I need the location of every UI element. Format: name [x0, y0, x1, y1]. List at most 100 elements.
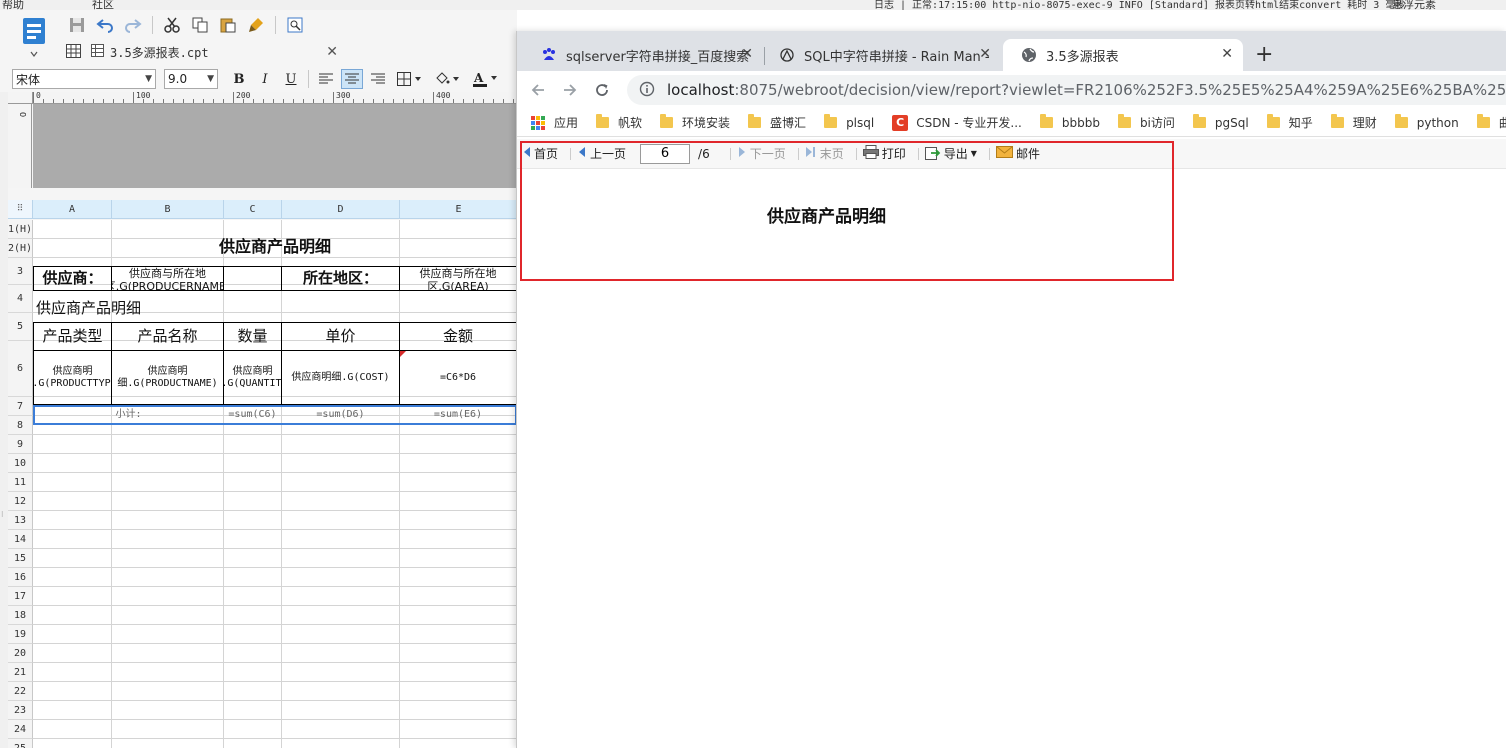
align-center-icon[interactable] — [341, 69, 363, 89]
browser-tab-report[interactable]: 3.5多源报表 ✕ — [1003, 39, 1243, 71]
new-tab-icon[interactable]: + — [1255, 44, 1273, 66]
page-number-input[interactable] — [640, 143, 691, 164]
cell-c7-sum-qty[interactable]: =sum(C6) — [223, 406, 282, 424]
export-button[interactable]: 导出 ▼ — [924, 145, 977, 163]
bookmark-item[interactable]: 环境安装 — [660, 114, 730, 131]
spreadsheet-grid[interactable]: 供应商产品明细 供应商： 供应商与所在地区.G(PRODUCERNAME) 所在… — [33, 220, 517, 748]
row-header[interactable]: 9 — [8, 435, 33, 454]
column-header-c[interactable]: C — [224, 200, 282, 219]
row-header[interactable]: 25 — [8, 739, 33, 748]
close-tab-icon[interactable]: ✕ — [326, 44, 338, 60]
cell-b3-supplier-value[interactable]: 供应商与所在地区.G(PRODUCERNAME) — [111, 266, 224, 291]
cell-e3-region-value[interactable]: 供应商与所在地区.G(AREA) — [399, 266, 517, 291]
bold-button[interactable]: B — [228, 69, 250, 89]
row-header[interactable]: 17 — [8, 587, 33, 606]
template-grid-icon[interactable] — [66, 43, 81, 61]
column-header-d[interactable]: D — [282, 200, 400, 219]
bookmark-item[interactable]: 理财 — [1330, 114, 1377, 131]
cut-icon[interactable] — [161, 14, 183, 36]
cell-a3-supplier-label[interactable]: 供应商： — [33, 266, 112, 291]
row-header[interactable]: 10 — [8, 454, 33, 473]
splitter-handle-icon[interactable]: ⁝ — [1, 510, 4, 519]
bookmark-item[interactable]: 应用 — [531, 114, 578, 131]
cell-e6-amount[interactable]: =C6*D6 — [399, 350, 517, 405]
undo-icon[interactable] — [94, 14, 116, 36]
font-size-select[interactable]: 9.0 ▼ — [164, 69, 218, 89]
row-header[interactable]: 22 — [8, 682, 33, 701]
template-file-tab[interactable]: 3.5多源报表.cpt ✕ — [66, 40, 338, 64]
row-header[interactable]: 13 — [8, 511, 33, 530]
back-icon[interactable] — [527, 79, 549, 101]
row-header[interactable]: 12 — [8, 492, 33, 511]
cell-a6-type[interactable]: 供应商明细.G(PRODUCTTYPE) — [33, 350, 112, 405]
bookmark-item[interactable]: bbbbb — [1039, 114, 1100, 130]
browser-tab-baidu[interactable]: sqlserver字符串拼接_百度搜索 ✕ — [523, 39, 763, 71]
align-right-icon[interactable] — [367, 69, 389, 89]
template-dataset-icon[interactable] — [20, 16, 48, 60]
row-header[interactable]: 4 — [8, 285, 33, 313]
prev-page-button[interactable]: 上一页 — [577, 145, 626, 162]
cell-e7-sum-amount[interactable]: =sum(E6) — [399, 406, 517, 424]
float-element-label[interactable]: 悬浮元素 — [1392, 0, 1436, 10]
row-header[interactable]: 11 — [8, 473, 33, 492]
paste-icon[interactable] — [217, 14, 239, 36]
reload-icon[interactable] — [591, 79, 613, 101]
row-header[interactable]: 14 — [8, 530, 33, 549]
bookmark-item[interactable]: python — [1394, 114, 1459, 130]
redo-icon[interactable] — [122, 14, 144, 36]
column-header-e[interactable]: E — [400, 200, 517, 219]
bookmark-item[interactable]: 曲 — [1476, 114, 1506, 131]
row-header[interactable]: 5 — [8, 313, 33, 341]
row-header[interactable]: 21 — [8, 663, 33, 682]
info-icon[interactable] — [639, 81, 655, 100]
bookmark-item[interactable]: pgSql — [1192, 114, 1249, 130]
cell-c5-header-qty[interactable]: 数量 — [223, 322, 282, 351]
border-icon[interactable] — [393, 69, 427, 89]
row-header[interactable]: 15 — [8, 549, 33, 568]
cell-c3[interactable] — [223, 266, 282, 291]
row-header[interactable]: 23 — [8, 701, 33, 720]
bookmark-item[interactable]: 盛博汇 — [748, 114, 806, 131]
row-header[interactable]: 16 — [8, 568, 33, 587]
row-header[interactable]: 18 — [8, 606, 33, 625]
select-all-corner[interactable]: ⠿ — [8, 200, 33, 219]
row-header[interactable]: 19 — [8, 625, 33, 644]
mail-button[interactable]: 邮件 — [995, 145, 1040, 162]
parameter-canvas[interactable] — [33, 104, 517, 188]
close-tab-icon[interactable]: ✕ — [741, 46, 753, 62]
underline-button[interactable]: U — [280, 69, 302, 89]
cell-a1-title[interactable]: 供应商产品明细 — [33, 228, 517, 266]
bookmark-item[interactable]: 知乎 — [1266, 114, 1313, 131]
cell-d7-sum-price[interactable]: =sum(D6) — [281, 406, 400, 424]
address-bar[interactable]: localhost:8075/webroot/decision/view/rep… — [627, 75, 1506, 105]
format-painter-icon[interactable] — [245, 14, 267, 36]
last-page-button[interactable]: 末页 — [805, 145, 844, 162]
bookmark-item[interactable]: plsql — [824, 114, 874, 130]
cell-a7-subtotal-label[interactable]: 小计: — [33, 406, 224, 424]
menu-community[interactable]: 社区 — [92, 0, 114, 10]
cell-d3-region-label[interactable]: 所在地区： — [281, 266, 400, 291]
save-icon[interactable] — [66, 14, 88, 36]
font-color-icon[interactable]: A — [469, 69, 503, 89]
row-header[interactable]: 2(H) — [8, 239, 33, 258]
copy-icon[interactable] — [189, 14, 211, 36]
row-header[interactable]: 3 — [8, 258, 33, 285]
preview-icon[interactable] — [284, 14, 306, 36]
cell-c6-qty[interactable]: 供应商明细.G(QUANTITY) — [223, 350, 282, 405]
cell-d5-header-price[interactable]: 单价 — [281, 322, 400, 351]
row-header[interactable]: 1(H) — [8, 220, 33, 239]
cell-a5-header-type[interactable]: 产品类型 — [33, 322, 112, 351]
cell-b6-name[interactable]: 供应商明细.G(PRODUCTNAME) — [111, 350, 224, 405]
align-left-icon[interactable] — [315, 69, 337, 89]
column-header-a[interactable]: A — [33, 200, 112, 219]
cell-b5-header-name[interactable]: 产品名称 — [111, 322, 224, 351]
close-tab-icon[interactable]: ✕ — [1221, 46, 1233, 62]
row-header[interactable]: 24 — [8, 720, 33, 739]
italic-button[interactable]: I — [254, 69, 276, 89]
cell-d6-price[interactable]: 供应商明细.G(COST) — [281, 350, 400, 405]
row-header[interactable]: 7 — [8, 397, 33, 416]
column-header-b[interactable]: B — [112, 200, 224, 219]
font-family-select[interactable]: 宋体 ▼ — [12, 69, 156, 89]
fill-color-icon[interactable] — [431, 69, 465, 89]
cell-a4-section-title[interactable]: 供应商产品明细 — [33, 294, 517, 323]
